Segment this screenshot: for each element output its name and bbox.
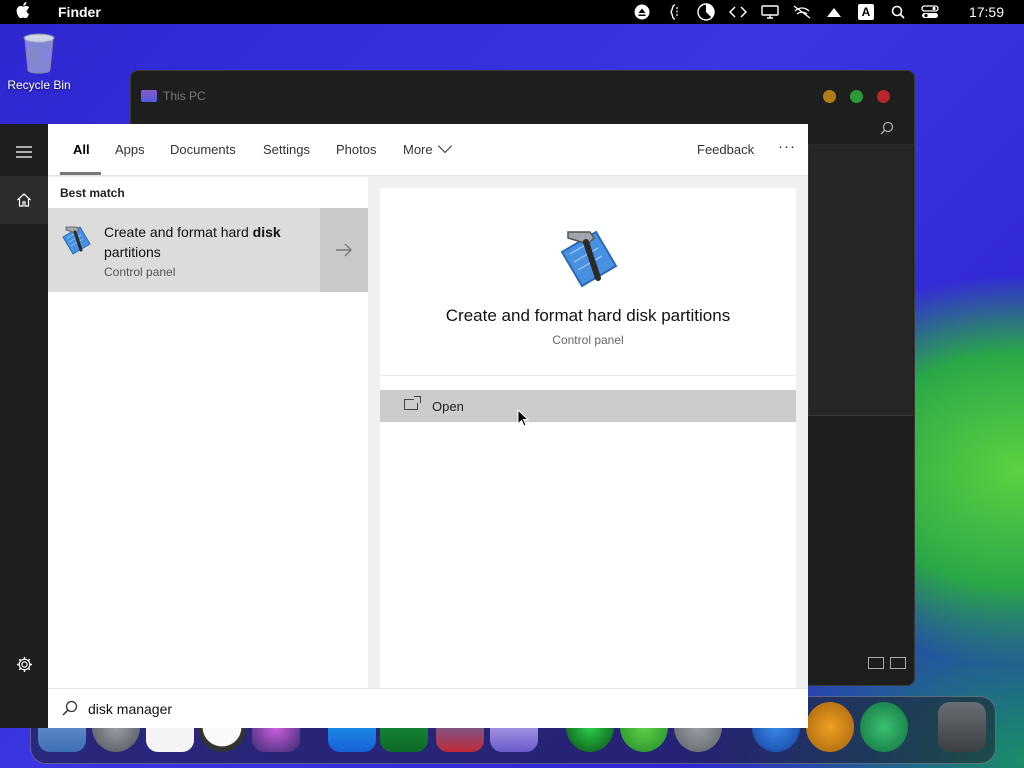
tab-all[interactable]: All (73, 142, 90, 157)
dock-trash-icon[interactable] (938, 702, 986, 752)
feedback-link[interactable]: Feedback (697, 142, 754, 157)
computer-icon (141, 90, 157, 102)
best-match-title-highlight: disk (252, 224, 281, 240)
active-app-name[interactable]: Finder (58, 4, 101, 20)
apple-menu-icon[interactable] (16, 2, 46, 22)
details-pane-lower (808, 415, 913, 665)
view-toggle (868, 657, 906, 669)
this-pc-title: This PC (163, 89, 206, 103)
input-source-label: A (857, 4, 874, 20)
preview-subtitle: Control panel (552, 333, 624, 347)
search-icon (62, 700, 78, 716)
close-button[interactable] (877, 90, 890, 103)
tab-more[interactable]: More (403, 138, 452, 157)
details-view-icon[interactable] (868, 657, 884, 669)
best-match-title-prefix: Create and format hard (104, 224, 253, 240)
display-icon[interactable] (761, 4, 779, 20)
gear-icon (16, 656, 32, 672)
script-icon[interactable] (665, 4, 683, 20)
this-pc-titlebar[interactable]: This PC (131, 71, 914, 121)
open-preview-button[interactable] (320, 208, 368, 292)
dock-team-icon[interactable] (860, 702, 908, 752)
mouse-cursor-icon (517, 408, 530, 427)
more-options-button[interactable]: ··· (778, 138, 796, 155)
menu-bar: Finder A 17:59 (0, 0, 1024, 24)
best-match-heading: Best match (60, 186, 125, 200)
preview-header: Create and format hard disk partitions C… (380, 188, 796, 376)
disk-management-large-icon (556, 224, 620, 288)
hamburger-menu-button[interactable] (0, 128, 48, 176)
open-button-label: Open (432, 399, 464, 414)
recycle-bin-label: Recycle Bin (7, 78, 71, 92)
search-box[interactable]: disk manager (48, 688, 808, 728)
search-icon[interactable] (880, 121, 894, 138)
disk-management-icon (60, 223, 92, 255)
network-off-icon[interactable] (793, 4, 811, 20)
preview-title: Create and format hard disk partitions (445, 306, 731, 325)
start-rail (0, 124, 48, 728)
minimize-button[interactable] (823, 90, 836, 103)
best-match-title: Create and format hard disk partitions (104, 222, 304, 262)
recycle-bin-icon (22, 32, 56, 74)
tab-apps[interactable]: Apps (115, 142, 145, 157)
menu-bar-clock[interactable]: 17:59 (969, 4, 1004, 20)
wifi-icon[interactable] (825, 4, 843, 20)
search-filter-tabs: All Apps Documents Settings Photos More … (48, 124, 808, 176)
open-external-icon (404, 396, 421, 410)
search-query[interactable]: disk manager (88, 701, 172, 717)
desktop-background: Finder A 17:59 Recycle Bin This PC All A… (0, 0, 1024, 768)
chevron-down-icon (437, 138, 452, 154)
result-preview-pane: Create and format hard disk partitions C… (380, 188, 796, 688)
arrow-right-icon (336, 243, 352, 257)
spotlight-search-icon[interactable] (889, 4, 907, 20)
settings-button[interactable] (0, 640, 48, 688)
search-results-panel: All Apps Documents Settings Photos More … (48, 124, 808, 728)
home-button[interactable] (0, 176, 48, 224)
search-panel: All Apps Documents Settings Photos More … (0, 124, 808, 728)
tab-more-label: More (403, 142, 433, 157)
tiles-view-icon[interactable] (890, 657, 906, 669)
best-match-subtitle: Control panel (104, 265, 176, 279)
best-match-title-suffix: partitions (104, 244, 161, 260)
hamburger-icon (16, 146, 32, 158)
code-icon[interactable] (728, 4, 747, 20)
window-controls (823, 90, 890, 103)
tab-documents[interactable]: Documents (170, 142, 236, 157)
maximize-button[interactable] (850, 90, 863, 103)
results-list: Best match Create and format hard disk p… (48, 177, 368, 688)
pie-icon[interactable] (697, 3, 715, 21)
control-center-icon[interactable] (921, 4, 939, 20)
input-source-icon[interactable]: A (857, 4, 875, 20)
recycle-bin-desktop-icon[interactable]: Recycle Bin (6, 32, 72, 92)
tab-photos[interactable]: Photos (336, 142, 376, 157)
active-tab-indicator (60, 172, 101, 175)
tab-settings[interactable]: Settings (263, 142, 310, 157)
eject-icon[interactable] (633, 4, 651, 20)
open-button[interactable]: Open (380, 390, 796, 422)
home-icon (17, 193, 31, 207)
dock-download-icon[interactable] (806, 702, 854, 752)
